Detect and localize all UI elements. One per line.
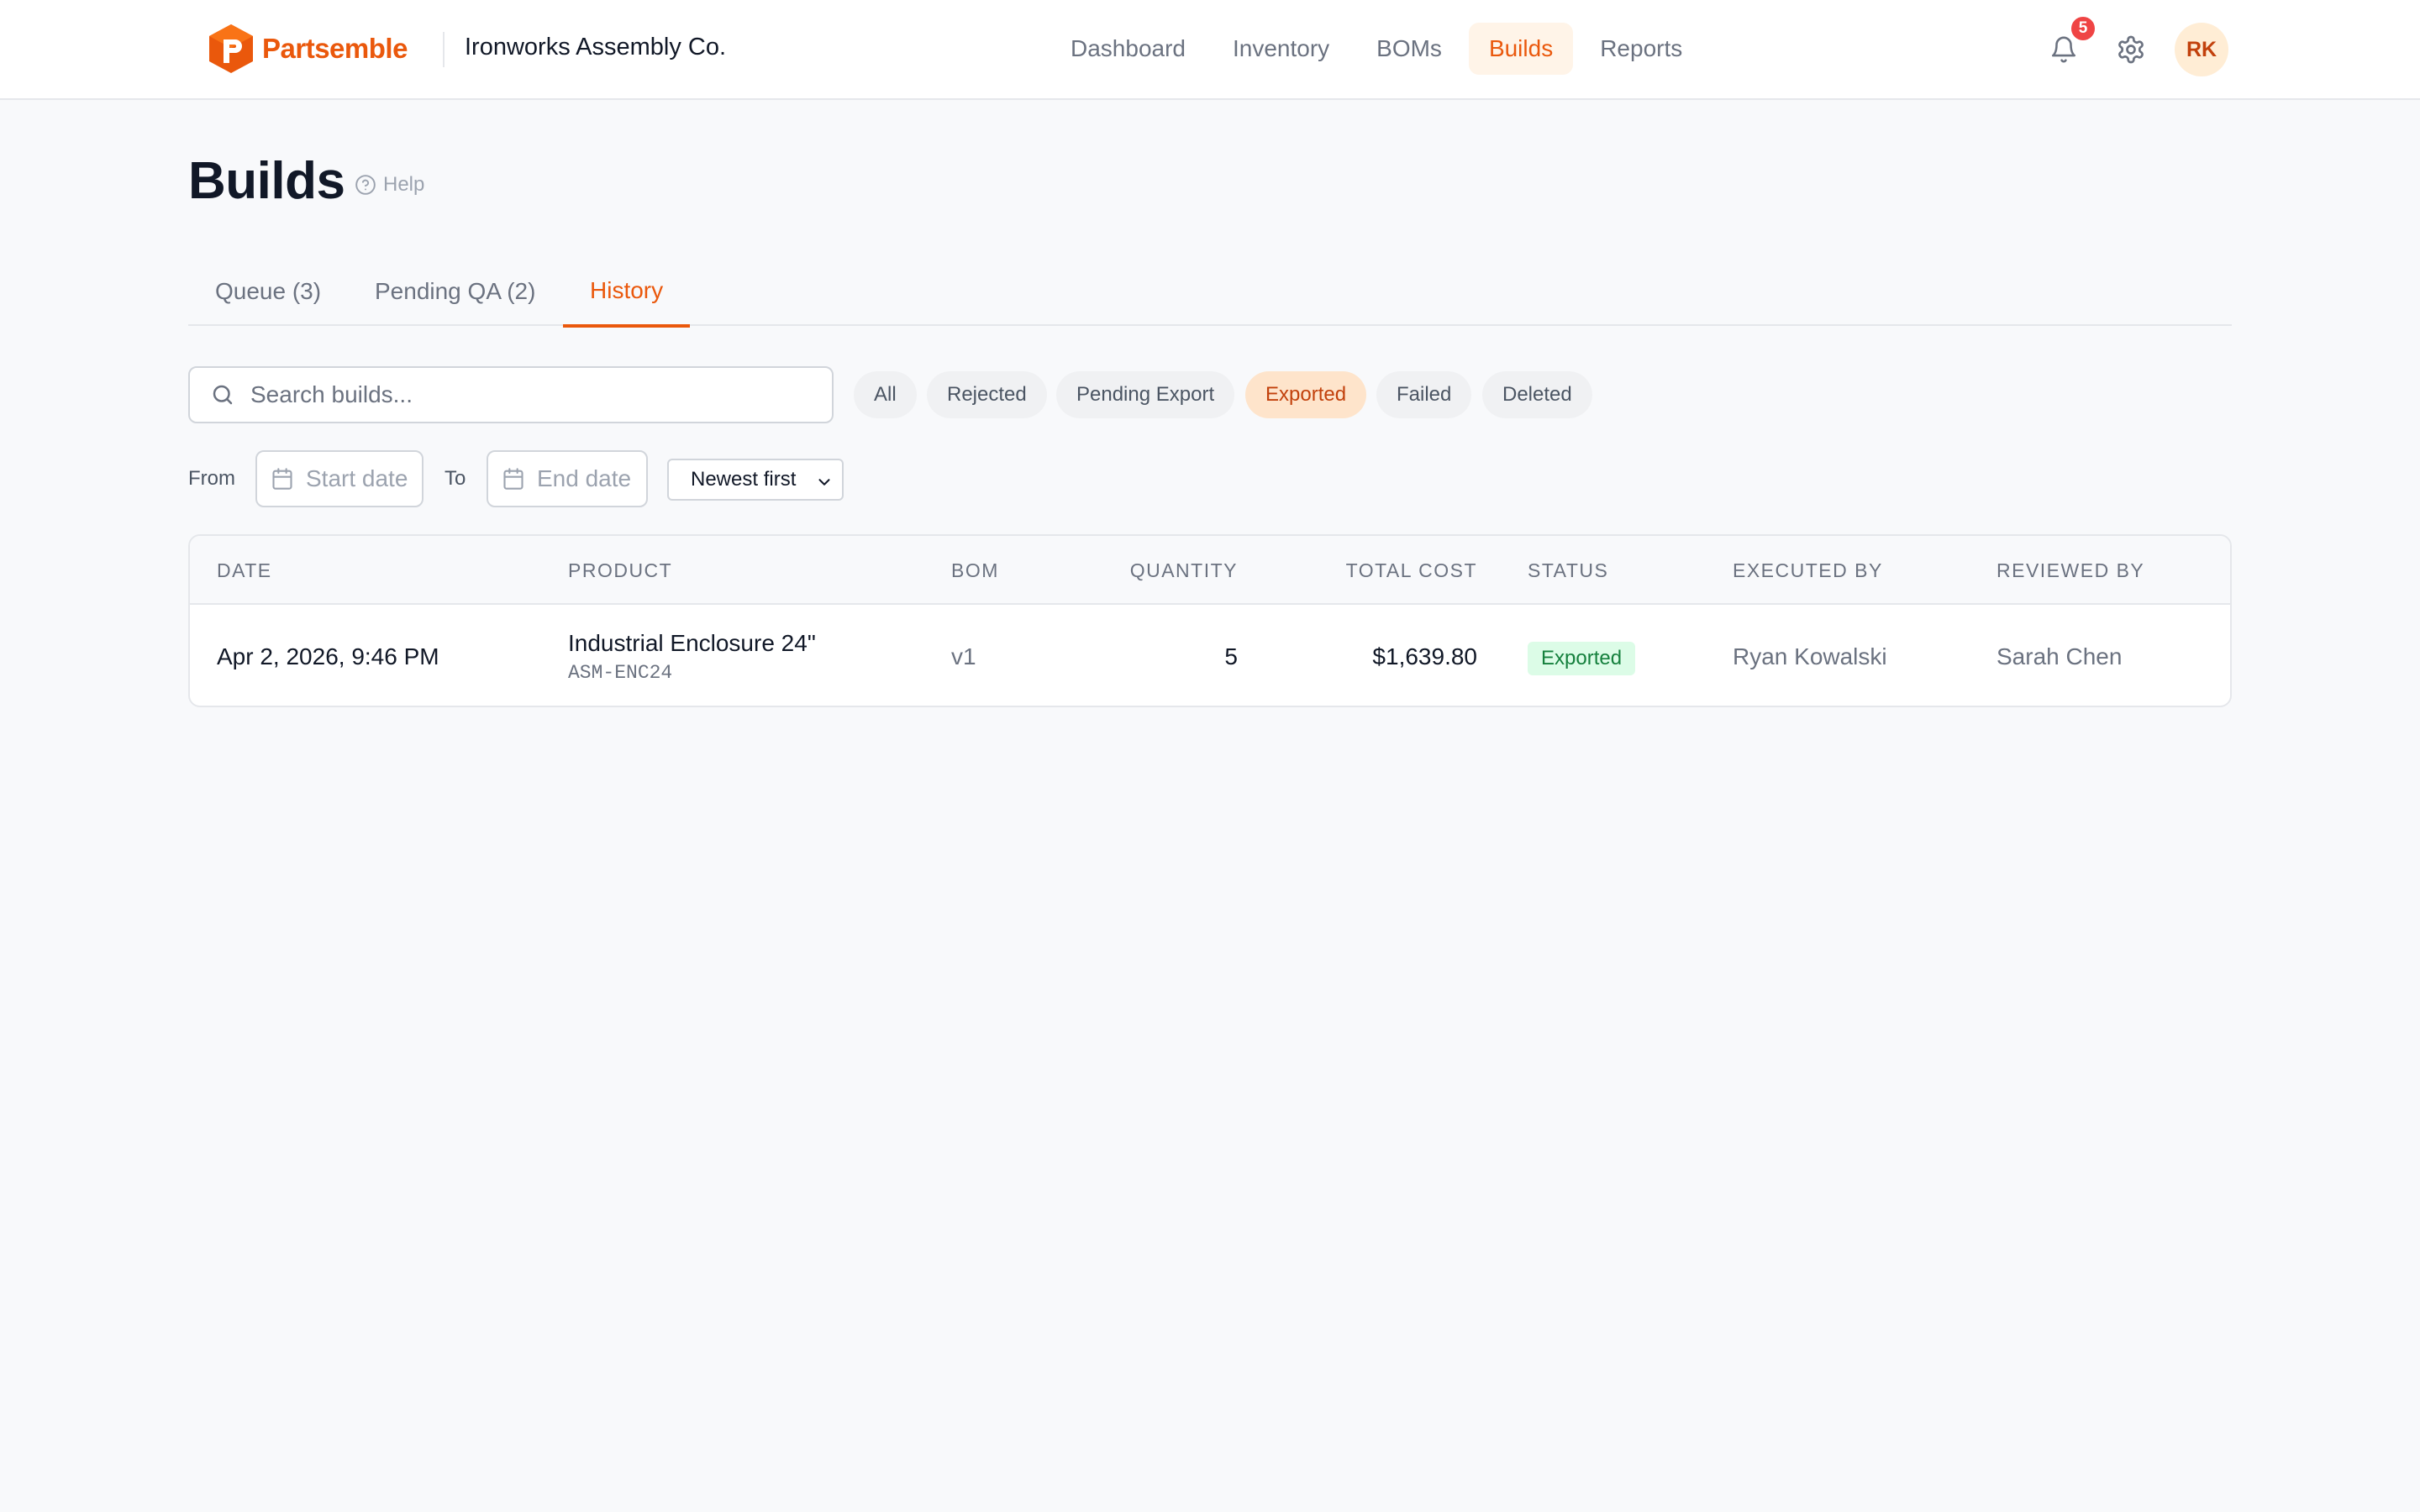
help-label: Help — [383, 173, 425, 196]
gear-icon — [2118, 35, 2144, 64]
brand-name: Partsemble — [262, 33, 408, 64]
column-header-executed-by: EXECUTED BY — [1733, 559, 1883, 581]
nav-inventory[interactable]: Inventory — [1213, 23, 1349, 75]
tab-history[interactable]: History — [563, 257, 691, 328]
filter-chip-deleted[interactable]: Deleted — [1482, 371, 1592, 418]
column-header-date: DATE — [217, 559, 272, 581]
calendar-icon — [503, 468, 523, 490]
search-input[interactable] — [250, 381, 822, 408]
filter-chip-failed[interactable]: Failed — [1376, 371, 1472, 418]
from-label: From — [188, 467, 235, 490]
cell-bom-version: v1 — [951, 643, 976, 669]
filter-chip-rejected[interactable]: Rejected — [927, 371, 1047, 418]
brand-logo[interactable]: Partsemble — [207, 22, 408, 76]
table-header: DATE PRODUCT BOM QUANTITY TOTAL COST STA… — [190, 536, 2230, 605]
chevron-down-icon — [818, 479, 830, 486]
filter-chip-pending-export[interactable]: Pending Export — [1056, 371, 1235, 418]
search-icon — [213, 385, 233, 405]
top-bar: Partsemble Ironworks Assembly Co. Dashbo… — [0, 0, 2420, 100]
help-circle-icon — [355, 175, 376, 195]
column-header-bom: BOM — [951, 559, 999, 581]
column-header-quantity: QUANTITY — [1129, 559, 1238, 581]
start-date-picker[interactable]: Start date — [255, 450, 424, 507]
table-row[interactable]: Apr 2, 2026, 9:46 PM Industrial Enclosur… — [190, 606, 2230, 706]
tab-queue[interactable]: Queue (3) — [188, 257, 348, 326]
settings-button[interactable] — [2111, 29, 2151, 70]
end-date-placeholder: End date — [537, 465, 632, 491]
organization-name: Ironworks Assembly Co. — [465, 34, 727, 60]
brand-divider — [443, 32, 445, 67]
page-title: Builds — [188, 152, 345, 210]
cell-date: Apr 2, 2026, 9:46 PM — [217, 643, 439, 669]
main-nav: Dashboard Inventory BOMs Builds Reports — [1050, 23, 1709, 75]
nav-boms[interactable]: BOMs — [1356, 23, 1462, 75]
start-date-placeholder: Start date — [306, 465, 408, 491]
status-badge: Exported — [1528, 642, 1636, 675]
nav-builds[interactable]: Builds — [1468, 23, 1574, 75]
builds-history-table: DATE PRODUCT BOM QUANTITY TOTAL COST STA… — [188, 534, 2232, 707]
cell-product-name: Industrial Enclosure 24" — [568, 630, 816, 656]
cell-reviewed-by: Sarah Chen — [1996, 643, 2123, 669]
user-avatar[interactable]: RK — [2175, 23, 2228, 76]
nav-reports[interactable]: Reports — [1580, 23, 1702, 75]
nav-dashboard[interactable]: Dashboard — [1050, 23, 1206, 75]
cell-quantity: 5 — [1224, 643, 1238, 669]
column-header-product: PRODUCT — [568, 559, 673, 581]
filter-chip-all[interactable]: All — [854, 371, 917, 418]
search-box — [188, 366, 834, 423]
column-header-status: STATUS — [1528, 559, 1609, 581]
help-link[interactable]: Help — [355, 171, 424, 198]
cell-executed-by: Ryan Kowalski — [1733, 643, 1887, 669]
sort-select[interactable]: Newest first — [667, 459, 844, 501]
builds-tabs: Queue (3) Pending QA (2) History — [188, 257, 2232, 328]
notification-count-badge: 5 — [2070, 15, 2096, 42]
partsemble-logo-icon — [209, 24, 253, 73]
end-date-picker[interactable]: End date — [487, 450, 648, 507]
column-header-reviewed-by: REVIEWED BY — [1996, 559, 2145, 581]
cell-total-cost: $1,639.80 — [1372, 643, 1477, 669]
cell-product-sku: ASM-ENC24 — [568, 662, 673, 684]
calendar-icon — [272, 468, 292, 490]
filter-chip-exported[interactable]: Exported — [1245, 371, 1367, 418]
column-header-total-cost: TOTAL COST — [1345, 559, 1477, 581]
tab-pending-qa[interactable]: Pending QA (2) — [348, 257, 562, 326]
sort-select-value: Newest first — [691, 468, 797, 491]
to-label: To — [445, 467, 466, 490]
